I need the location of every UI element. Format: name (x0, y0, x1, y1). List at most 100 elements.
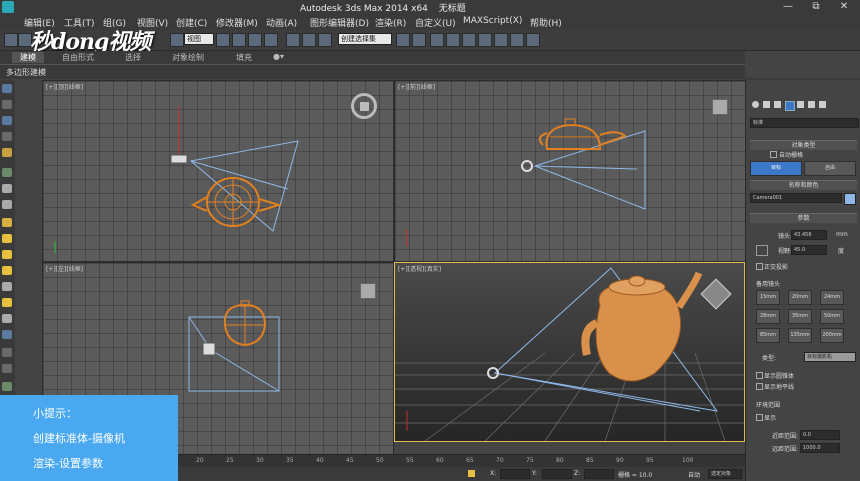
tool-icon-1[interactable] (2, 84, 12, 93)
helpers-icon[interactable] (797, 101, 804, 108)
tool-icon-2[interactable] (2, 100, 12, 109)
tool-icon-14[interactable] (2, 298, 12, 307)
percent-snap-icon[interactable] (318, 33, 332, 47)
tool-icon-5[interactable] (2, 148, 12, 157)
menu-help[interactable]: 帮助(H) (530, 16, 562, 29)
camera-type-dropdown[interactable]: 目标摄影机 (804, 352, 856, 362)
near-range-input[interactable]: 0.0 (800, 430, 840, 440)
lock-selection-icon[interactable] (468, 470, 475, 477)
tool-icon-13[interactable] (2, 282, 12, 291)
geometry-icon[interactable] (752, 101, 759, 108)
schematic-icon[interactable] (462, 33, 476, 47)
tool-icon-9[interactable] (2, 218, 12, 227)
lens-135mm-button[interactable]: 135mm (788, 328, 812, 343)
viewport-top[interactable]: [+][顶][线框] (42, 80, 394, 262)
tool-icon-17[interactable] (2, 348, 12, 357)
tab-object-paint[interactable]: 对象绘制 (172, 52, 204, 63)
tool-icon-19[interactable] (2, 382, 12, 391)
free-camera-button[interactable]: 自由 (804, 161, 856, 176)
lens-15mm-button[interactable]: 15mm (756, 290, 780, 305)
ribbon-panel-label[interactable]: 多边形建模 (6, 67, 46, 78)
tab-populate[interactable]: 填充 (236, 52, 252, 63)
name-color-rollout[interactable]: 名称和颜色 (750, 180, 857, 190)
angle-snap-icon[interactable] (302, 33, 316, 47)
menu-maxscript[interactable]: MAXScript(X) (463, 16, 522, 26)
spacewarps-icon[interactable] (808, 101, 815, 108)
tool-icon-12[interactable] (2, 266, 12, 275)
y-coord-input[interactable] (542, 469, 572, 479)
render-icon[interactable] (526, 33, 540, 47)
undo-icon[interactable] (4, 33, 18, 47)
autogrid-checkbox[interactable] (770, 151, 777, 158)
menu-create[interactable]: 创建(C) (176, 16, 207, 29)
tool-icon-6[interactable] (2, 168, 12, 177)
lights-icon[interactable] (774, 101, 781, 108)
x-coord-input[interactable] (500, 469, 530, 479)
systems-icon[interactable] (819, 101, 826, 108)
auto-key-label[interactable]: 自动 (688, 470, 700, 479)
menu-animation[interactable]: 动画(A) (266, 16, 297, 29)
tool-icon-11[interactable] (2, 250, 12, 259)
minimize-button[interactable]: — (774, 0, 802, 14)
tool-icon-8[interactable] (2, 200, 12, 209)
show-horizon-checkbox[interactable] (756, 383, 763, 390)
tool-icon-3[interactable] (2, 116, 12, 125)
tool-icon-4[interactable] (2, 132, 12, 141)
tool-icon-10[interactable] (2, 234, 12, 243)
move-icon[interactable] (232, 33, 246, 47)
pivot-icon[interactable] (216, 33, 230, 47)
tool-icon-7[interactable] (2, 184, 12, 193)
object-color-swatch[interactable] (844, 193, 856, 205)
category-dropdown[interactable]: 标准 (750, 118, 859, 128)
close-button[interactable]: ✕ (830, 0, 858, 14)
cameras-icon[interactable] (785, 101, 795, 111)
lens-35mm-button[interactable]: 35mm (788, 309, 812, 324)
app-icon[interactable] (2, 1, 14, 13)
fov-input[interactable]: 45.0 (791, 245, 827, 255)
selection-set-dropdown[interactable]: 创建选择集 (338, 33, 392, 45)
rotate-icon[interactable] (248, 33, 262, 47)
viewport-front[interactable]: [+][前][线框] (394, 80, 746, 262)
lens-24mm-button[interactable]: 24mm (820, 290, 844, 305)
timeline[interactable]: 20 25 30 35 40 45 50 55 60 65 70 75 80 8… (178, 454, 745, 468)
env-show-checkbox[interactable] (756, 414, 763, 421)
snap-icon[interactable] (286, 33, 300, 47)
menu-rendering[interactable]: 渲染(R) (375, 16, 406, 29)
viewport-perspective[interactable]: [+][透视][真实] (394, 262, 745, 442)
scale-icon[interactable] (264, 33, 278, 47)
view-dropdown[interactable]: 视图 (184, 33, 214, 45)
maximize-button[interactable]: ⧉ (802, 0, 830, 14)
menu-graph-editors[interactable]: 图形编辑器(D) (310, 16, 369, 29)
object-type-rollout[interactable]: 对象类型 (750, 140, 857, 150)
lens-28mm-button[interactable]: 28mm (756, 309, 780, 324)
tool-icon-16[interactable] (2, 330, 12, 339)
shapes-icon[interactable] (763, 101, 770, 108)
ribbon-options-icon[interactable]: ●▾ (273, 52, 284, 61)
menu-customize[interactable]: 自定义(U) (415, 16, 456, 29)
parameters-rollout[interactable]: 参数 (750, 213, 857, 223)
object-name-input[interactable]: Camera001 (750, 193, 842, 203)
tool-icon-18[interactable] (2, 364, 12, 373)
lens-20mm-button[interactable]: 20mm (788, 290, 812, 305)
lens-50mm-button[interactable]: 50mm (820, 309, 844, 324)
render-frame-icon[interactable] (510, 33, 524, 47)
fov-direction-icon[interactable] (756, 245, 768, 256)
render-setup-icon[interactable] (494, 33, 508, 47)
tab-selection[interactable]: 选择 (125, 52, 141, 63)
lens-200mm-button[interactable]: 200mm (820, 328, 844, 343)
orthographic-checkbox[interactable] (756, 263, 763, 270)
layer-icon[interactable] (430, 33, 444, 47)
mirror-icon[interactable] (396, 33, 410, 47)
tab-modeling[interactable]: 建模 (12, 52, 44, 63)
show-cone-checkbox[interactable] (756, 372, 763, 379)
lens-input[interactable]: 43.456 (791, 230, 827, 240)
tool-icon-15[interactable] (2, 314, 12, 323)
menu-modifiers[interactable]: 修改器(M) (216, 16, 258, 29)
lens-85mm-button[interactable]: 85mm (756, 328, 780, 343)
material-editor-icon[interactable] (478, 33, 492, 47)
select-icon[interactable] (170, 33, 184, 47)
tab-freeform[interactable]: 自由形式 (62, 52, 94, 63)
align-icon[interactable] (412, 33, 426, 47)
far-range-input[interactable]: 1000.0 (800, 443, 840, 453)
z-coord-input[interactable] (584, 469, 614, 479)
